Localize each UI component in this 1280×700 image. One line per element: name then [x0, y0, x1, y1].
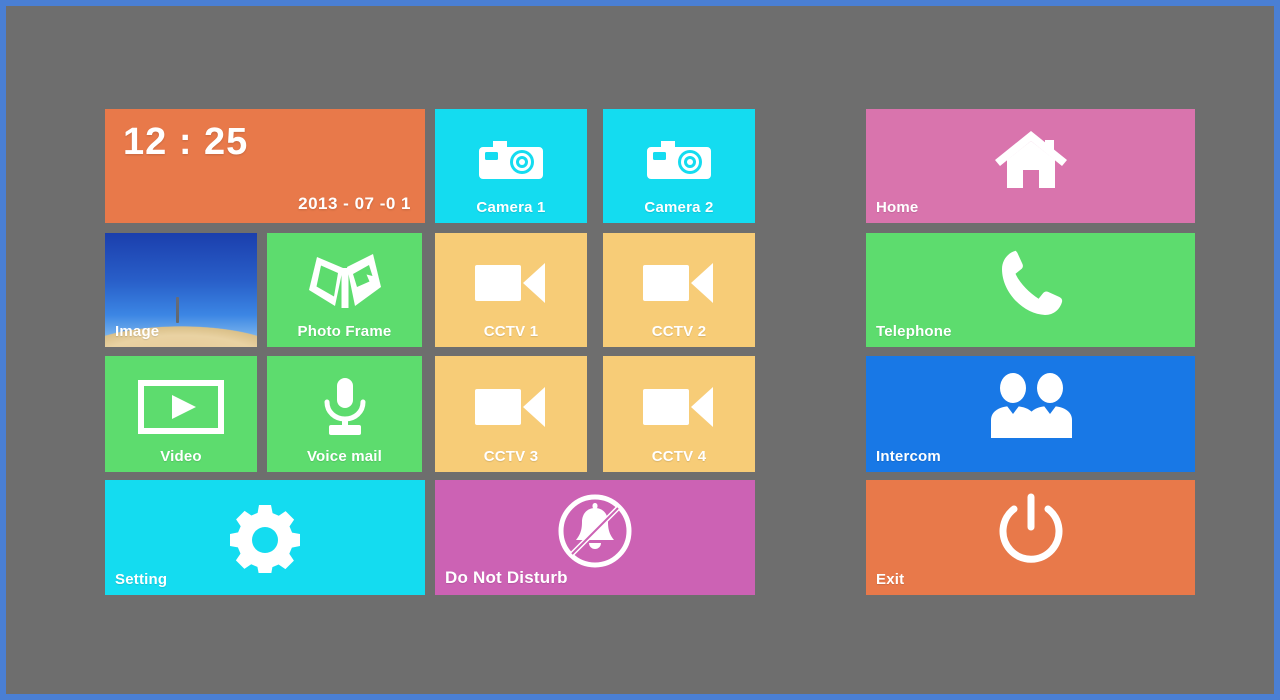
clock-time: 12 : 25 [123, 121, 249, 163]
left-tile-panel: 12 : 25 2013 - 07 -0 1 Camera 1 Camera 2… [105, 109, 755, 595]
tile-home[interactable]: Home [866, 109, 1195, 223]
tile-label: CCTV 2 [651, 323, 707, 340]
photo-camera-icon [603, 135, 755, 183]
tile-cctv-4[interactable]: CCTV 4 [603, 356, 755, 472]
tile-telephone[interactable]: Telephone [866, 233, 1195, 347]
video-camera-icon [435, 385, 587, 429]
tile-label: Home [876, 199, 919, 216]
photo-frame-icon [267, 252, 422, 314]
video-camera-icon [435, 261, 587, 305]
photo-camera-icon [435, 135, 587, 183]
gear-icon [105, 503, 425, 573]
video-camera-icon [603, 261, 755, 305]
tile-label: CCTV 3 [483, 448, 539, 465]
tile-image[interactable]: Image [105, 233, 257, 347]
tile-label: Video [160, 448, 202, 465]
phone-icon [866, 248, 1195, 318]
house-icon [866, 126, 1195, 192]
bell-off-icon [435, 492, 755, 570]
tile-label: Camera 2 [644, 199, 714, 216]
tile-camera-2[interactable]: Camera 2 [603, 109, 755, 223]
tile-exit[interactable]: Exit [866, 480, 1195, 595]
tile-cctv-1[interactable]: CCTV 1 [435, 233, 587, 347]
tile-label: Exit [876, 571, 905, 588]
video-camera-icon [603, 385, 755, 429]
clock-tile[interactable]: 12 : 25 2013 - 07 -0 1 [105, 109, 425, 223]
tile-label: Voice mail [306, 448, 383, 465]
tile-setting[interactable]: Setting [105, 480, 425, 595]
tile-cctv-2[interactable]: CCTV 2 [603, 233, 755, 347]
tile-label: Telephone [876, 323, 952, 340]
tile-camera-1[interactable]: Camera 1 [435, 109, 587, 223]
tile-do-not-disturb[interactable]: Do Not Disturb [435, 480, 755, 595]
tile-label: Do Not Disturb [445, 568, 568, 587]
tile-voice-mail[interactable]: Voice mail [267, 356, 422, 472]
tile-intercom[interactable]: Intercom [866, 356, 1195, 472]
clock-date: 2013 - 07 -0 1 [298, 194, 411, 213]
tile-cctv-3[interactable]: CCTV 3 [435, 356, 587, 472]
play-in-frame-icon [105, 380, 257, 435]
tile-label: Image [115, 323, 160, 340]
right-tile-panel: Home Telephone Intercom Exit [866, 109, 1195, 595]
device-screen: 12 : 25 2013 - 07 -0 1 Camera 1 Camera 2… [6, 6, 1274, 694]
tile-photo-frame[interactable]: Photo Frame [267, 233, 422, 347]
tile-label: CCTV 4 [651, 448, 707, 465]
tile-label: Camera 1 [476, 199, 546, 216]
microphone-icon [267, 376, 422, 438]
tile-video[interactable]: Video [105, 356, 257, 472]
two-people-icon [866, 372, 1195, 442]
tile-label: Photo Frame [297, 323, 392, 340]
tile-label: CCTV 1 [483, 323, 539, 340]
tile-label: Intercom [876, 448, 941, 465]
tile-label: Setting [115, 571, 168, 588]
power-icon [866, 493, 1195, 569]
